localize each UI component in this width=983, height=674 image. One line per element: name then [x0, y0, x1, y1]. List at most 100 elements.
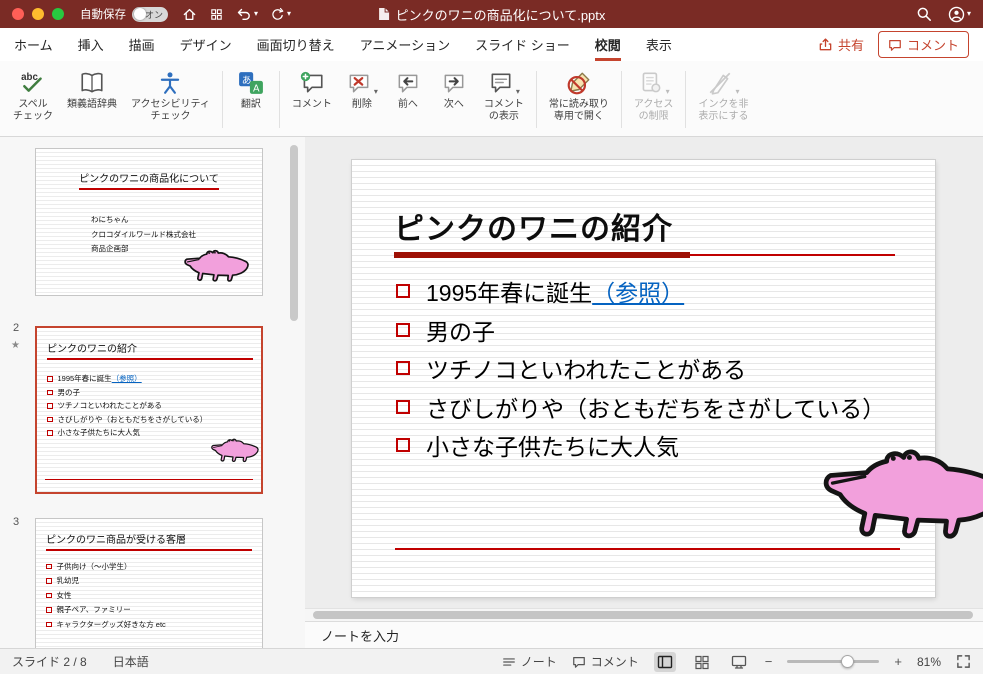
zoom-slider[interactable]	[787, 655, 880, 668]
thumb2-title: ピンクのワニの紹介	[47, 340, 253, 360]
slide-thumbnail-2-selected[interactable]: ピンクのワニの紹介 1995年春に誕生（参照） 男の子 ツチノコといわれたことが…	[35, 326, 263, 494]
tab-slideshow[interactable]: スライド ショー	[475, 28, 570, 61]
comments-toggle-button[interactable]: コメント	[572, 653, 639, 670]
ribbon-button-translate[interactable]: あA 翻訳	[228, 68, 274, 112]
comments-panel-button[interactable]: コメント	[877, 31, 969, 58]
tab-draw[interactable]: 描画	[129, 28, 155, 61]
slideshow-view-button[interactable]	[728, 652, 750, 672]
zoom-percent[interactable]: 81%	[917, 655, 941, 669]
share-label: 共有	[837, 38, 864, 53]
workspace: ピンクのワニの商品化について わにちゃん クロコダイルワールド株式会社 商品企画…	[0, 137, 983, 648]
slide-thumbnail-1[interactable]: ピンクのワニの商品化について わにちゃん クロコダイルワールド株式会社 商品企画…	[35, 148, 263, 296]
undo-button[interactable]: ▾	[236, 6, 258, 22]
repeat-icon	[272, 7, 284, 20]
tab-design[interactable]: デザイン	[180, 28, 232, 61]
repeat-button[interactable]: ▾	[270, 7, 291, 22]
slide-bullet: さびしがりや（おともだちをさがしている）	[396, 388, 885, 427]
chevron-down-icon[interactable]: ▾	[254, 10, 258, 18]
slideshow-icon	[731, 655, 746, 669]
hide-ink-icon	[710, 72, 731, 95]
sidebar-scrollbar[interactable]	[290, 145, 298, 321]
hyperlink-sansho[interactable]: （参照）	[592, 280, 684, 306]
slide-body-text[interactable]: 1995年春に誕生（参照） 男の子 ツチノコといわれたことがある さびしがりや（…	[396, 272, 885, 465]
autosave-label: 自動保存	[80, 9, 126, 21]
fit-to-window-icon[interactable]	[956, 654, 971, 669]
show-comments-icon	[491, 73, 511, 93]
undo-icon	[237, 8, 250, 20]
notes-input[interactable]: ノートを入力	[305, 621, 983, 648]
thumb-bullet: キャラクターグッズ好きな方 etc	[46, 617, 166, 632]
ribbon-button-delete-comment[interactable]: ▾ 削除	[339, 68, 385, 112]
thumb1-line: クロコダイルワールド株式会社	[91, 229, 196, 239]
ribbon-button-label: インクを非 表示にする	[698, 99, 749, 122]
ribbon-button-spellcheck[interactable]: abc スペル チェック	[6, 68, 60, 124]
ribbon-button-accessibility-check[interactable]: アクセシビリティ チェック	[124, 68, 217, 124]
ribbon-button-label: 前へ	[397, 99, 418, 110]
checkbox-bullet-icon	[396, 322, 410, 337]
slide-sorter-view-button[interactable]	[691, 652, 713, 672]
tab-view[interactable]: 表示	[646, 28, 672, 61]
minimize-window-button[interactable]	[32, 8, 44, 20]
ribbon-button-next-comment[interactable]: 次へ	[431, 68, 477, 112]
tab-transitions[interactable]: 画面切り替え	[257, 28, 335, 61]
autosave-control[interactable]: 自動保存 オン	[80, 6, 168, 22]
notes-toggle-button[interactable]: ノート	[502, 653, 557, 670]
ribbon-button-label: 次へ	[443, 99, 464, 110]
document-title-area: ピンクのワニの商品化について.pptx	[378, 5, 606, 24]
ribbon-button-label: コメント の表示	[483, 99, 524, 122]
zoom-out-button[interactable]: −	[765, 654, 773, 669]
translate-icon: あA	[238, 72, 263, 94]
pink-crocodile-drawing[interactable]	[823, 447, 983, 542]
grid-icon	[211, 8, 222, 20]
tab-review[interactable]: 校閲	[595, 28, 621, 61]
thumb-bullet: 1995年春に誕生（参照）	[47, 372, 207, 386]
normal-view-icon	[657, 655, 672, 668]
ribbon-button-label: 類義語辞典	[67, 99, 117, 110]
ribbon-tab-row: ホーム 挿入 描画 デザイン 画面切り替え アニメーション スライド ショー 校…	[0, 28, 983, 61]
slide-bottom-rule	[395, 548, 900, 550]
title-underline-thin	[690, 254, 895, 256]
tab-animations[interactable]: アニメーション	[360, 28, 450, 61]
search-icon[interactable]	[916, 6, 932, 22]
tab-home[interactable]: ホーム	[14, 28, 53, 61]
autosave-toggle[interactable]: オン	[132, 6, 168, 22]
previous-comment-icon	[398, 74, 418, 93]
horizontal-scrollbar-thumb[interactable]	[313, 611, 973, 619]
slide-thumbnail-3[interactable]: ピンクのワニ商品が受ける客層 子供向け（〜小学生） 乳幼児 女性 親子ペア、ファ…	[35, 518, 263, 648]
horizontal-scrollbar[interactable]	[305, 608, 983, 621]
chevron-down-icon[interactable]: ▾	[287, 10, 291, 18]
thumb-bullet: 男の子	[47, 386, 207, 400]
account-button[interactable]: ▾	[948, 6, 971, 23]
quick-access-toolbar: ▾ ▾	[182, 6, 291, 22]
slide-title-text[interactable]: ピンクのワニの紹介	[394, 204, 673, 248]
toggle-knob-icon	[133, 8, 146, 20]
new-slide-button[interactable]	[209, 7, 224, 22]
zoom-in-button[interactable]: +	[894, 654, 902, 669]
ribbon-button-new-comment[interactable]: コメント	[285, 68, 339, 112]
language-indicator[interactable]: 日本語	[113, 653, 149, 670]
titlebar-right: ▾	[916, 6, 971, 23]
ribbon-separator	[620, 71, 622, 128]
slide-number-3: 3	[13, 516, 20, 528]
share-button[interactable]: 共有	[818, 35, 864, 54]
normal-view-button[interactable]	[653, 651, 676, 672]
tab-insert[interactable]: 挿入	[78, 28, 104, 61]
ribbon-button-thesaurus[interactable]: 類義語辞典	[60, 68, 124, 112]
ribbon-button-previous-comment[interactable]: 前へ	[385, 68, 431, 112]
zoom-slider-knob[interactable]	[840, 655, 854, 668]
checkbox-bullet-icon	[47, 403, 53, 409]
zoom-window-button[interactable]	[52, 8, 64, 20]
document-title[interactable]: ピンクのワニの商品化について.pptx	[396, 5, 606, 24]
svg-text:A: A	[253, 83, 260, 94]
thumb-bullet: さびしがりや（おともだちをさがしている）	[47, 413, 207, 427]
ribbon-button-label: アクセシビリティ チェック	[131, 99, 210, 122]
animation-star-icon: ★	[11, 340, 20, 351]
ribbon-separator	[278, 71, 280, 128]
slide-sorter-icon	[695, 655, 709, 669]
home-button[interactable]	[182, 7, 197, 22]
ribbon-button-show-comments[interactable]: ▾ コメント の表示	[477, 68, 531, 124]
close-window-button[interactable]	[12, 8, 24, 20]
chevron-down-icon: ▾	[665, 87, 670, 96]
ribbon-button-always-open-readonly[interactable]: 常に読み取り 専用で開く	[542, 68, 616, 124]
slide-bullet: 男の子	[396, 311, 885, 350]
